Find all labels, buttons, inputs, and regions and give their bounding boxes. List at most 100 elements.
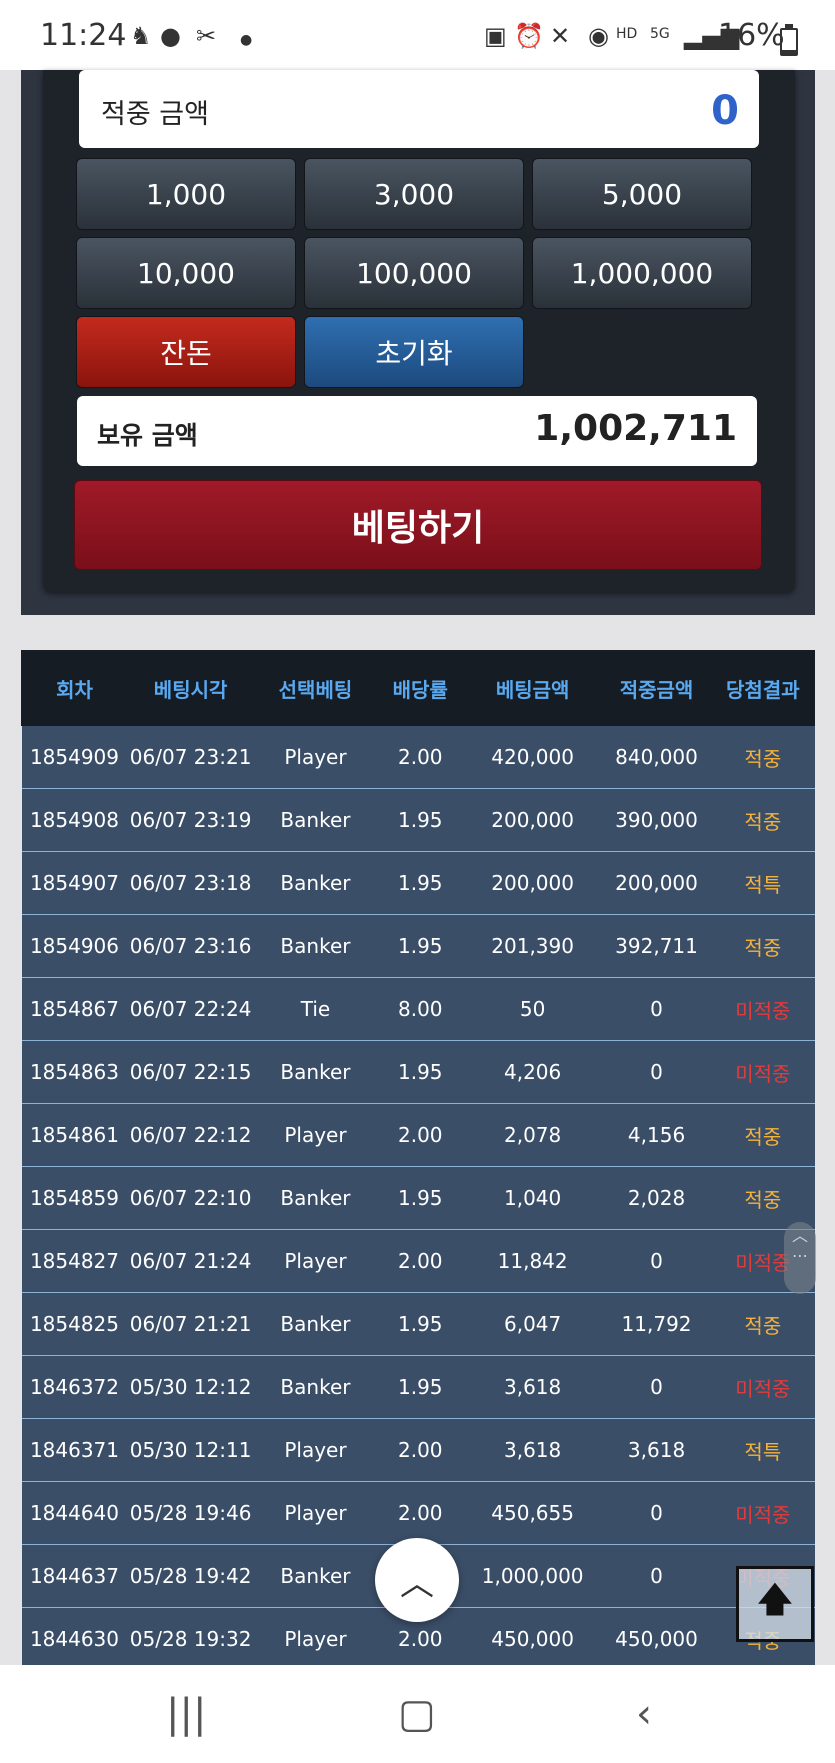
cell-round: 1854859 (21, 1166, 128, 1230)
change-button[interactable]: 잔돈 (76, 316, 296, 388)
cell-hit-amount: 390,000 (601, 788, 712, 852)
chip-button-10000[interactable]: 10,000 (76, 237, 296, 309)
table-row: 1854867 06/07 22:24 Tie 8.00 50 0 미적중 (21, 977, 815, 1041)
cell-hit-amount: 2,028 (601, 1166, 712, 1230)
cell-round: 1854825 (21, 1292, 128, 1356)
cell-bet-time: 05/28 19:32 (127, 1607, 254, 1671)
header-bet-time: 베팅시각 (126, 650, 255, 726)
cell-hit-amount: 0 (601, 1481, 712, 1545)
cell-hit-amount: 392,711 (601, 914, 712, 978)
cell-bet-time: 05/30 12:12 (127, 1355, 254, 1419)
cell-bet-amount: 2,078 (463, 1103, 602, 1167)
cell-result: 적중 (711, 1292, 815, 1356)
table-row: 1854861 06/07 22:12 Player 2.00 2,078 4,156 적중 (21, 1103, 815, 1167)
header-result: 당첨결과 (710, 650, 816, 726)
cell-odds: 1.95 (377, 914, 464, 978)
status-bar: 11:24 ♞ ● ✂ ● ▣ ⏰ ✕ ◉ HD 5G ▂▄▆ 16% (0, 0, 835, 70)
home-icon[interactable]: ▢ (398, 1691, 436, 1737)
cell-bet-time: 05/30 12:11 (127, 1418, 254, 1482)
cell-result: 적특 (711, 851, 815, 915)
header-selection: 선택베팅 (253, 650, 378, 726)
cell-bet-amount: 1,000,000 (463, 1544, 602, 1608)
cell-round: 1854861 (21, 1103, 128, 1167)
cell-odds: 1.95 (377, 851, 464, 915)
hit-amount-box: 적중 금액 0 (79, 70, 759, 148)
cell-selection: Player (253, 1607, 378, 1671)
cell-bet-amount: 6,047 (463, 1292, 602, 1356)
header-bet-amount: 베팅금액 (462, 650, 603, 726)
alarm-icon: ⏰ (514, 22, 544, 50)
cell-bet-amount: 11,842 (463, 1229, 602, 1293)
cell-hit-amount: 0 (601, 977, 712, 1041)
balance-label: 보유 금액 (97, 421, 198, 450)
back-icon[interactable]: ‹ (636, 1691, 652, 1737)
cell-result: 미적중 (711, 1481, 815, 1545)
table-row: 1854907 06/07 23:18 Banker 1.95 200,000 200,0… (21, 851, 815, 915)
cell-round: 1844630 (21, 1607, 128, 1671)
cell-odds: 1.95 (377, 1355, 464, 1419)
cell-bet-time: 06/07 23:18 (127, 851, 254, 915)
cell-bet-amount: 201,390 (463, 914, 602, 978)
cell-bet-time: 06/07 23:21 (127, 725, 254, 789)
cell-round: 1844640 (21, 1481, 128, 1545)
cell-selection: Banker (253, 914, 378, 978)
battery-percent: 16% (718, 18, 785, 53)
cell-bet-time: 06/07 22:10 (127, 1166, 254, 1230)
cell-selection: Banker (253, 1292, 378, 1356)
table-row: 1844640 05/28 19:46 Player 2.00 450,655 0 미적중 (21, 1481, 815, 1545)
chip-button-5000[interactable]: 5,000 (532, 158, 752, 230)
scroll-up-button[interactable]: ︿ (375, 1538, 459, 1622)
cell-hit-amount: 0 (601, 1544, 712, 1608)
table-row: 1854863 06/07 22:15 Banker 1.95 4,206 0 미적중 (21, 1040, 815, 1104)
cell-bet-time: 06/07 21:24 (127, 1229, 254, 1293)
balance-box: 보유 금액 1,002,711 (77, 396, 757, 466)
chip-button-1000000[interactable]: 1,000,000 (532, 237, 752, 309)
chat-icon: ● (160, 22, 181, 50)
header-hit-amount: 적중금액 (601, 650, 712, 726)
place-bet-button[interactable]: 베팅하기 (74, 480, 762, 570)
cell-odds: 1.95 (377, 788, 464, 852)
cell-round: 1854907 (21, 851, 128, 915)
cell-result: 적중 (711, 725, 815, 789)
lock-icon: ▣ (484, 22, 507, 50)
recents-icon[interactable]: ||| (166, 1691, 206, 1737)
5g-icon: 5G (650, 26, 670, 42)
cell-result: 적특 (711, 1418, 815, 1482)
scroll-to-top-button[interactable]: 🡅 (736, 1566, 814, 1642)
cell-odds: 1.95 (377, 1292, 464, 1356)
cell-selection: Banker (253, 1166, 378, 1230)
chip-button-100000[interactable]: 100,000 (304, 237, 524, 309)
scrollbar-thumb[interactable]: ︿ ⋯ (784, 1222, 816, 1294)
header-round: 회차 (21, 650, 128, 726)
cell-bet-time: 06/07 22:24 (127, 977, 254, 1041)
cell-round: 1854867 (21, 977, 128, 1041)
chip-button-1000[interactable]: 1,000 (76, 158, 296, 230)
bet-history-table: 회차 베팅시각 선택베팅 배당률 베팅금액 적중금액 당첨결과 1854909 0… (21, 650, 816, 1671)
hit-amount-label: 적중 금액 (101, 99, 209, 130)
cell-round: 1846371 (21, 1418, 128, 1482)
cell-selection: Player (253, 1103, 378, 1167)
cell-hit-amount: 200,000 (601, 851, 712, 915)
table-row: 1854825 06/07 21:21 Banker 1.95 6,047 11,792 적… (21, 1292, 815, 1356)
chip-button-3000[interactable]: 3,000 (304, 158, 524, 230)
status-time: 11:24 (40, 18, 127, 53)
cell-odds: 2.00 (377, 1103, 464, 1167)
reset-button[interactable]: 초기화 (304, 316, 524, 388)
cell-round: 1846372 (21, 1355, 128, 1419)
cell-round: 1854909 (21, 725, 128, 789)
cell-result: 미적중 (711, 1355, 815, 1419)
cell-bet-time: 06/07 22:15 (127, 1040, 254, 1104)
cell-bet-time: 06/07 23:19 (127, 788, 254, 852)
table-row: 1854906 06/07 23:16 Banker 1.95 201,390 392,7… (21, 914, 815, 978)
hit-amount-value: 0 (711, 88, 739, 134)
cell-selection: Banker (253, 851, 378, 915)
cell-bet-amount: 450,655 (463, 1481, 602, 1545)
dot-icon: ● (240, 32, 253, 48)
cell-odds: 1.95 (377, 1040, 464, 1104)
cell-selection: Player (253, 1418, 378, 1482)
battery-icon (780, 24, 798, 56)
cell-bet-amount: 3,618 (463, 1355, 602, 1419)
cell-selection: Player (253, 1481, 378, 1545)
cell-round: 1854906 (21, 914, 128, 978)
cell-odds: 1.95 (377, 1166, 464, 1230)
